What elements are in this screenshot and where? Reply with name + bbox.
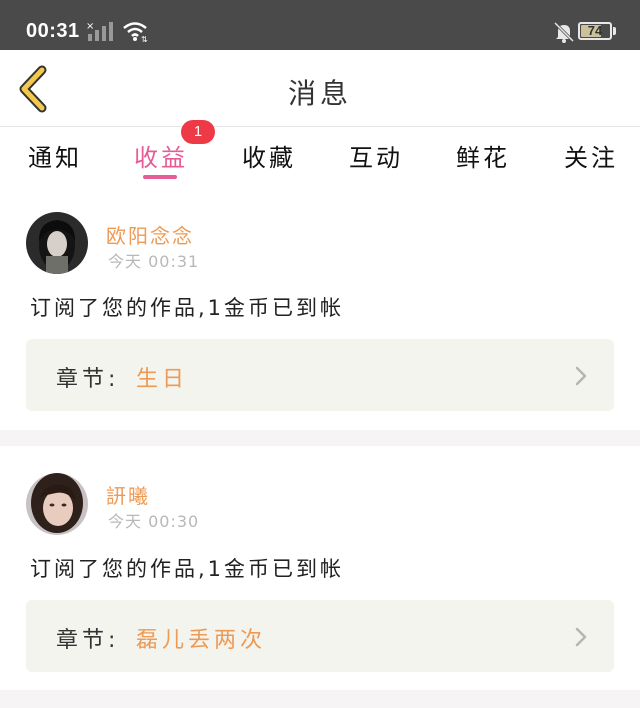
- message-time: 今天 00:31: [108, 252, 200, 271]
- tab-bar: 通知 收益 1 收藏 互动 鲜花 关注: [0, 120, 640, 188]
- battery-tip: [613, 27, 616, 35]
- tab-earnings[interactable]: 收益: [134, 138, 188, 173]
- chapter-label: 章节:: [56, 367, 120, 392]
- chapter-row[interactable]: 章节: 生日: [26, 339, 614, 411]
- message-text: 订阅了您的作品,1金币已到帐: [30, 296, 345, 320]
- status-time: 00:31: [26, 20, 80, 42]
- message-time: 今天 00:30: [108, 512, 200, 531]
- svg-text:⇅: ⇅: [141, 35, 148, 42]
- chapter-row[interactable]: 章节: 磊儿丢两次: [26, 600, 614, 672]
- message-card: 訮曦 今天 00:30 订阅了您的作品,1金币已到帐 章节: 磊儿丢两次: [0, 446, 640, 690]
- avatar[interactable]: [26, 473, 88, 535]
- message-text: 订阅了您的作品,1金币已到帐: [30, 557, 345, 581]
- status-bar: 00:31 × ⇅ 74: [0, 0, 640, 50]
- chapter-label: 章节:: [56, 628, 120, 653]
- wifi-icon: ⇅: [123, 22, 148, 42]
- tab-flowers[interactable]: 鲜花: [456, 138, 510, 173]
- user-name[interactable]: 欧阳念念: [106, 220, 194, 249]
- user-name[interactable]: 訮曦: [106, 480, 150, 509]
- tab-active-indicator: [143, 175, 177, 179]
- tab-interactions[interactable]: 互动: [349, 138, 403, 173]
- tab-favorites[interactable]: 收藏: [242, 138, 296, 173]
- bell-off-icon: [553, 21, 575, 43]
- tab-notifications[interactable]: 通知: [28, 138, 82, 173]
- page-title: 消息: [287, 77, 352, 110]
- avatar[interactable]: [26, 212, 88, 274]
- chevron-right-icon: [575, 627, 587, 647]
- chevron-right-icon: [575, 366, 587, 386]
- signal-icon: ×: [86, 21, 113, 41]
- tab-follows[interactable]: 关注: [564, 138, 618, 173]
- header: 消息: [0, 50, 640, 127]
- tab-earnings-badge: 1: [181, 120, 215, 144]
- card-separator: [0, 430, 640, 446]
- chapter-title: 磊儿丢两次: [136, 628, 267, 653]
- chapter-title: 生日: [136, 367, 189, 392]
- svg-text:×: ×: [86, 21, 94, 32]
- battery-icon: 74: [578, 22, 612, 40]
- message-card: 欧阳念念 今天 00:31 订阅了您的作品,1金币已到帐 章节: 生日: [0, 190, 640, 430]
- card-separator: [0, 690, 640, 708]
- battery-text: 74: [587, 23, 603, 38]
